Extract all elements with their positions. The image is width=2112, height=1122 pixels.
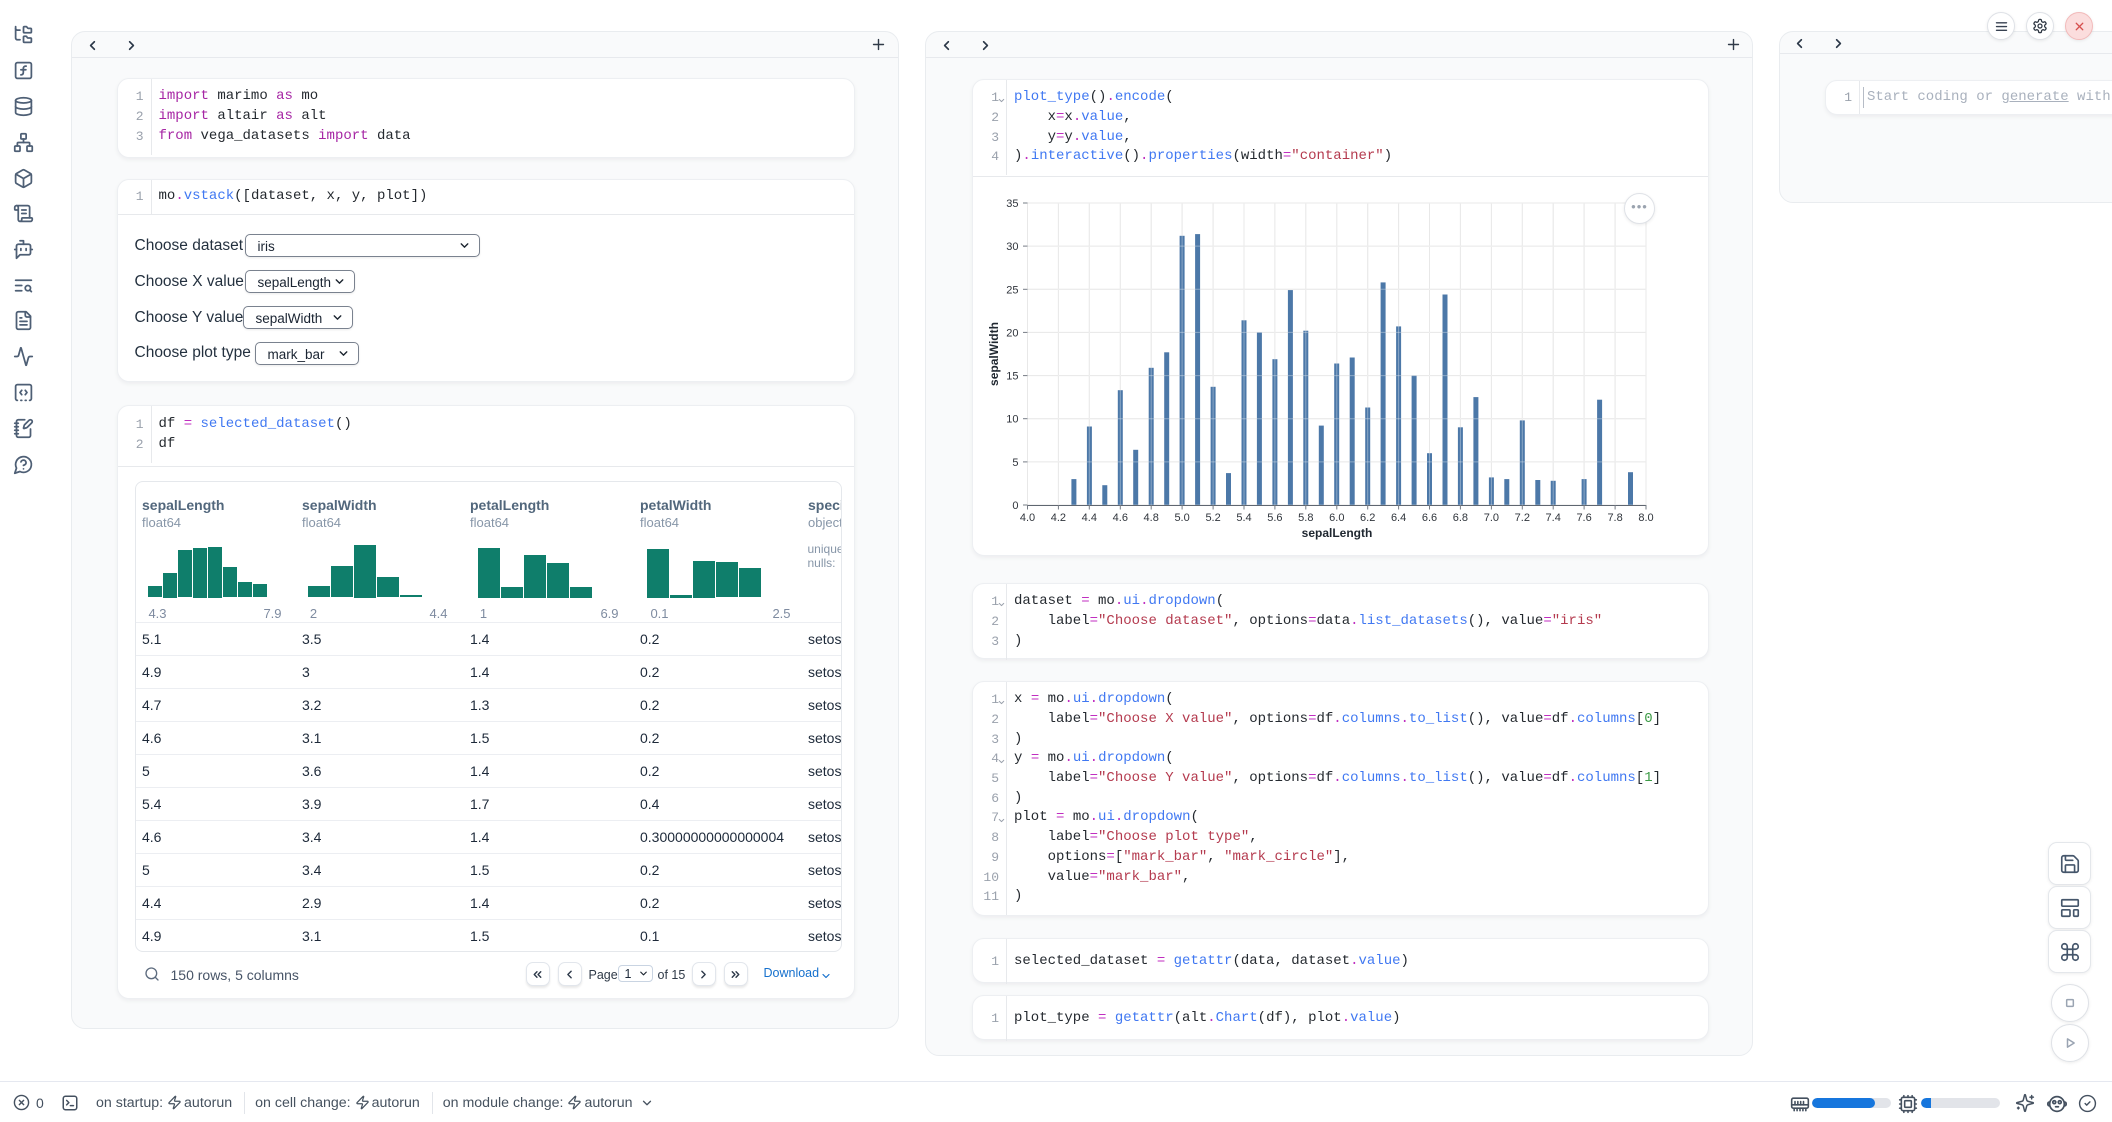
svg-text:7.6: 7.6 — [1576, 512, 1591, 524]
svg-text:4.2: 4.2 — [1051, 512, 1066, 524]
svg-text:4.4: 4.4 — [1082, 512, 1097, 524]
svg-text:sepalWidth: sepalWidth — [987, 322, 1001, 386]
svg-text:7.8: 7.8 — [1607, 512, 1622, 524]
svg-text:5.4: 5.4 — [1236, 512, 1251, 524]
svg-text:sepalLength: sepalLength — [1302, 526, 1373, 540]
svg-text:4.8: 4.8 — [1144, 512, 1159, 524]
svg-text:5.0: 5.0 — [1174, 512, 1189, 524]
svg-text:7.0: 7.0 — [1484, 512, 1499, 524]
svg-text:15: 15 — [1006, 371, 1018, 383]
svg-text:7.2: 7.2 — [1515, 512, 1530, 524]
svg-text:8.0: 8.0 — [1638, 512, 1653, 524]
svg-text:6.2: 6.2 — [1360, 512, 1375, 524]
svg-text:5: 5 — [1012, 457, 1018, 469]
svg-text:20: 20 — [1006, 327, 1018, 339]
svg-text:25: 25 — [1006, 284, 1018, 296]
svg-text:6.0: 6.0 — [1329, 512, 1344, 524]
svg-text:6.6: 6.6 — [1422, 512, 1437, 524]
svg-text:4.6: 4.6 — [1113, 512, 1128, 524]
svg-text:30: 30 — [1006, 241, 1018, 253]
svg-text:35: 35 — [1006, 198, 1018, 210]
svg-text:4.0: 4.0 — [1020, 512, 1035, 524]
svg-text:6.8: 6.8 — [1453, 512, 1468, 524]
svg-text:6.4: 6.4 — [1391, 512, 1406, 524]
svg-text:10: 10 — [1006, 414, 1018, 426]
svg-text:7.4: 7.4 — [1546, 512, 1561, 524]
svg-text:5.6: 5.6 — [1267, 512, 1282, 524]
svg-text:5.8: 5.8 — [1298, 512, 1313, 524]
svg-text:5.2: 5.2 — [1205, 512, 1220, 524]
svg-text:0: 0 — [1012, 500, 1018, 512]
